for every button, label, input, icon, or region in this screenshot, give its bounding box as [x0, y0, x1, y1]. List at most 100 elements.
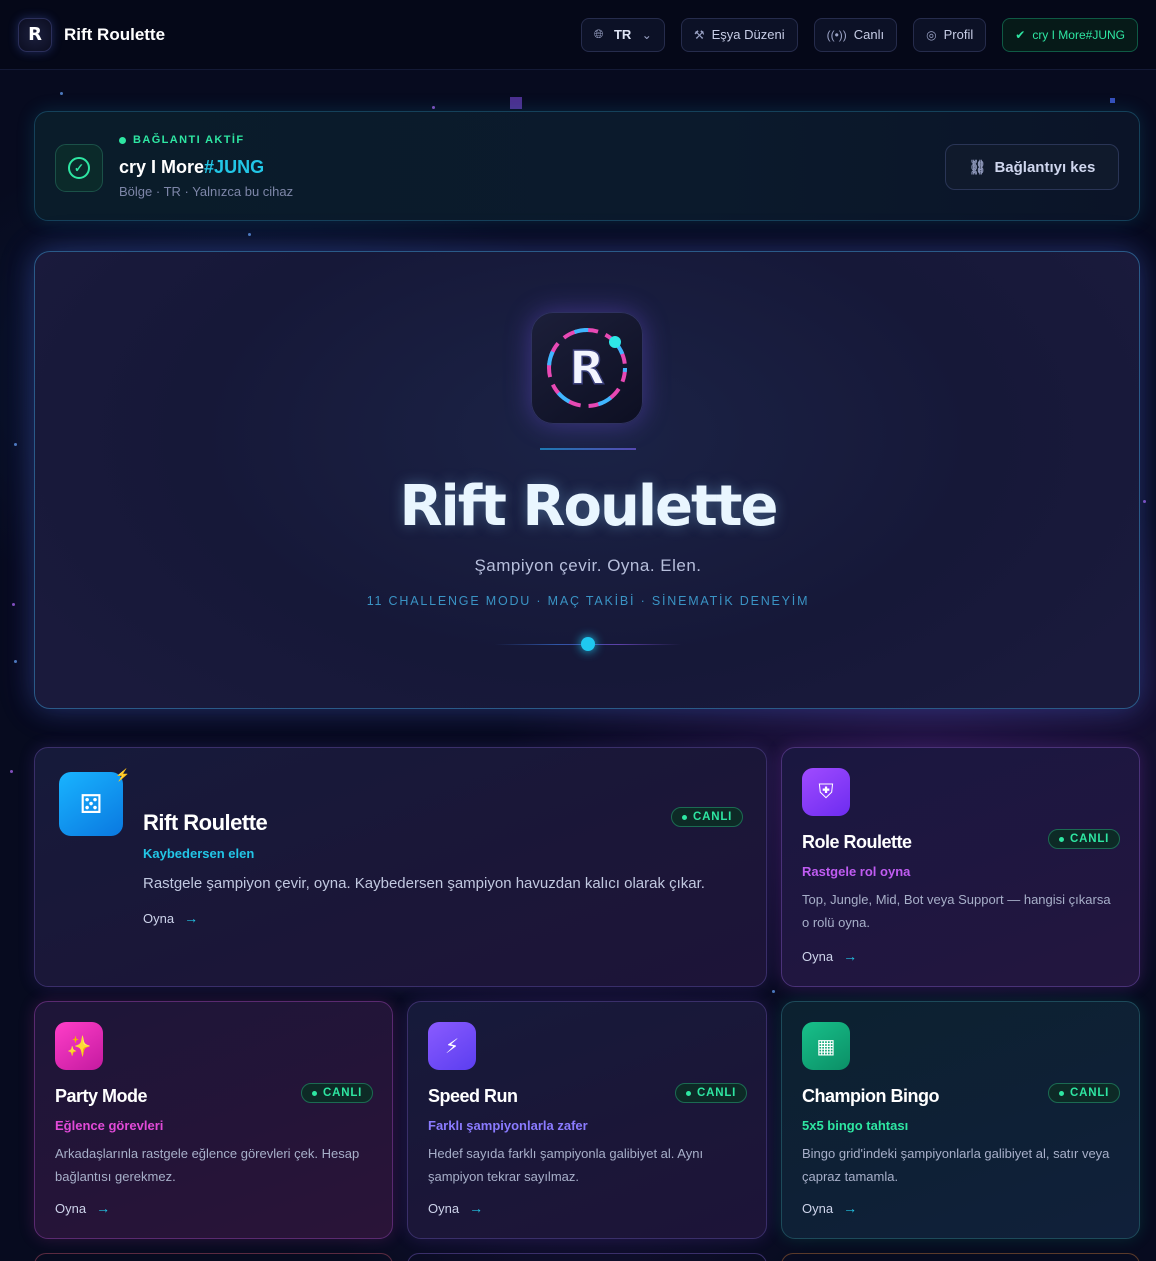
star-decoration: [1143, 500, 1146, 503]
star-decoration: [1110, 98, 1115, 103]
top-actions: 🌐︎ TR ⌄ ⚒ Eşya Düzeni ((•)) Canlı ◎ Prof…: [580, 17, 1138, 52]
connection-status-label: BAĞLANTI AKTİF: [133, 134, 245, 146]
mode-title: Champion Bingo: [802, 1086, 939, 1106]
dice-icon: ⚄: [59, 772, 123, 836]
arrow-right-icon: →: [843, 948, 858, 964]
roulette-logo-icon: R: [547, 328, 627, 408]
connection-status: BAĞLANTI AKTİF: [119, 134, 244, 146]
globe-icon: 🌐︎: [593, 27, 604, 41]
play-label: Oyna: [802, 1200, 834, 1216]
hero-meta: 11 CHALLENGE MODU · MAÇ TAKİBİ · SİNEMAT…: [366, 594, 810, 608]
disconnect-button[interactable]: ⛓ Bağlantıyı kes: [945, 144, 1119, 190]
summoner-name-main: cry I More: [119, 157, 205, 177]
play-label: Oyna: [802, 948, 834, 964]
badge-dot: [682, 814, 687, 820]
chevron-down-icon: ⌄: [641, 27, 652, 42]
star-decoration: [10, 770, 13, 773]
play-link[interactable]: Oyna →: [143, 910, 198, 926]
mode-card-peek: [781, 1253, 1140, 1261]
mode-title: Role Roulette: [802, 832, 912, 852]
live-badge: CANLI: [301, 1083, 374, 1103]
summoner-tag: #JUNG: [204, 157, 265, 177]
arrow-right-icon: →: [843, 1200, 858, 1216]
mode-card-peek: [407, 1253, 767, 1261]
account-button[interactable]: ✔ cry I More#JUNG: [1002, 17, 1138, 52]
hero-title: Rift Roulette: [399, 474, 778, 539]
arrow-right-icon: →: [469, 1200, 484, 1216]
play-link[interactable]: Oyna →: [802, 1200, 857, 1216]
status-dot: [119, 136, 126, 144]
mode-title: Rift Roulette: [143, 810, 268, 835]
mode-subtitle: 5x5 bingo tahtası: [802, 1118, 909, 1133]
play-link[interactable]: Oyna →: [428, 1200, 483, 1216]
live-badge: CANLI: [1048, 1083, 1121, 1103]
top-navigation-bar: R Rift Roulette 🌐︎ TR ⌄ ⚒ Eşya Düzeni ((…: [0, 0, 1156, 70]
account-name: cry I More#JUNG: [1032, 27, 1125, 42]
mode-subtitle: Kaybedersen elen: [143, 846, 255, 861]
badge-label: CANLI: [1070, 1087, 1110, 1099]
star-decoration: [60, 92, 63, 95]
badge-dot: [1059, 1090, 1064, 1096]
mode-card-champion-bingo[interactable]: ▦ Champion Bingo CANLI 5x5 bingo tahtası…: [781, 1001, 1140, 1239]
badge-label: CANLI: [323, 1087, 363, 1099]
star-decoration: [14, 660, 17, 663]
check-circle-icon: ✓: [68, 157, 90, 179]
play-link[interactable]: Oyna →: [55, 1200, 110, 1216]
live-badge: CANLI: [1048, 829, 1121, 849]
hero-scroll-dot[interactable]: [581, 637, 595, 651]
connection-panel: ✓ BAĞLANTI AKTİF cry I More#JUNG Bölge ·…: [34, 111, 1140, 221]
hero-divider: [540, 448, 636, 450]
mode-description: Bingo grid'indeki şampiyonlarla galibiye…: [802, 1146, 1110, 1184]
star-decoration: [14, 443, 17, 446]
svg-text:R: R: [569, 341, 604, 395]
connection-details: Bölge · TR · Yalnızca bu cihaz: [119, 184, 294, 199]
badge-dot: [686, 1090, 691, 1096]
star-decoration: [248, 233, 251, 236]
play-label: Oyna: [143, 910, 175, 926]
nav-label: Eşya Düzeni: [711, 27, 785, 42]
star-decoration: [510, 97, 522, 109]
mode-card-peek: [34, 1253, 393, 1261]
disconnect-label: Bağlantıyı kes: [994, 158, 1096, 176]
live-badge: CANLI: [675, 1083, 748, 1103]
star-decoration: [12, 603, 15, 606]
arrow-right-icon: →: [184, 910, 199, 926]
shield-icon: ⛨: [802, 768, 850, 816]
mode-description: Rastgele şampiyon çevir, oyna. Kaybeders…: [143, 875, 705, 892]
language-selector[interactable]: 🌐︎ TR ⌄: [580, 17, 665, 52]
brand-name[interactable]: Rift Roulette: [64, 25, 165, 45]
live-badge: CANLI: [671, 807, 744, 827]
summoner-name: cry I More#JUNG: [119, 157, 264, 178]
badge-dot: [312, 1090, 317, 1096]
mode-subtitle: Rastgele rol oyna: [802, 864, 911, 879]
mode-description: Top, Jungle, Mid, Bot veya Support — han…: [802, 892, 1111, 930]
brand-logo[interactable]: R: [18, 17, 52, 52]
nav-button-item-layout[interactable]: ⚒ Eşya Düzeni: [680, 17, 798, 52]
check-circle-icon: ✔: [1015, 27, 1026, 42]
badge-label: CANLI: [1070, 833, 1110, 845]
nav-label: Canlı: [853, 27, 885, 42]
star-decoration: [772, 990, 775, 993]
play-label: Oyna: [428, 1200, 460, 1216]
hero-tagline: Şampiyon çevir. Oyna. Elen.: [474, 556, 702, 575]
mode-description: Hedef sayıda farklı şampiyonla galibiyet…: [428, 1146, 704, 1184]
mode-title: Party Mode: [55, 1086, 148, 1106]
mode-title: Speed Run: [428, 1086, 518, 1106]
mode-card-party-mode[interactable]: ✨ Party Mode CANLI Eğlence görevleri Ark…: [34, 1001, 393, 1239]
connection-check-badge: ✓: [55, 144, 103, 192]
badge-dot: [1059, 836, 1064, 842]
mode-subtitle: Eğlence görevleri: [55, 1118, 164, 1133]
hammer-icon: ⚒: [693, 27, 705, 42]
nav-button-profile[interactable]: ◎ Profil: [913, 17, 987, 52]
mode-card-role-roulette[interactable]: ⛨ Role Roulette CANLI Rastgele rol oyna …: [781, 747, 1140, 987]
hero-logo: R: [531, 312, 643, 424]
mode-subtitle: Farklı şampiyonlarla zafer: [428, 1118, 588, 1133]
unlink-icon: ⛓: [968, 158, 987, 175]
star-decoration: [432, 106, 435, 109]
badge-label: CANLI: [693, 811, 733, 823]
nav-button-live[interactable]: ((•)) Canlı: [813, 17, 898, 52]
play-link[interactable]: Oyna →: [802, 948, 857, 964]
mode-card-rift-roulette[interactable]: ⚄ ⚡ Rift Roulette CANLI Kaybedersen elen…: [34, 747, 767, 987]
sparkle-icon: ⚡: [115, 768, 130, 782]
mode-card-speed-run[interactable]: ⚡︎ Speed Run CANLI Farklı şampiyonlarla …: [407, 1001, 767, 1239]
